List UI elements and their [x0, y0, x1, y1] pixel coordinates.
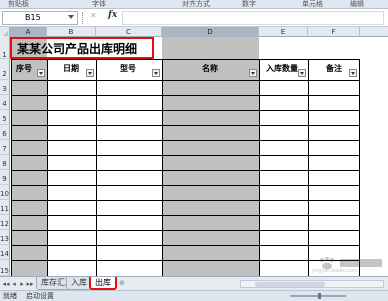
header-model[interactable]: 型号 — [120, 63, 136, 74]
tab-nav-prev-icon[interactable]: ◂ — [10, 279, 18, 289]
row-header-8[interactable]: 8 — [0, 155, 10, 170]
scrollbar-thumb[interactable] — [255, 282, 325, 287]
tab-nav-first-icon[interactable]: ◂◂ — [2, 279, 10, 289]
row-header-10[interactable]: 10 — [0, 185, 10, 200]
table-row-line — [11, 140, 360, 141]
filter-dropdown-icon[interactable] — [298, 69, 306, 77]
column-header-row: A B C D E F — [0, 27, 388, 37]
formula-input[interactable] — [122, 11, 384, 25]
table-row-line — [11, 110, 360, 111]
filter-dropdown-icon[interactable] — [37, 69, 45, 77]
zoom-slider-thumb[interactable] — [318, 293, 321, 299]
table-border-ef — [308, 59, 309, 276]
insert-function-icon[interactable]: fx — [108, 10, 117, 20]
row-header-1[interactable]: 1 — [0, 37, 10, 59]
table-row-line — [11, 95, 360, 96]
table-border-de — [259, 59, 260, 276]
table-row-line — [11, 80, 360, 81]
table-row-line — [11, 185, 360, 186]
filter-dropdown-icon[interactable] — [152, 69, 160, 77]
column-header-d[interactable]: D — [162, 27, 259, 37]
row-header-9[interactable]: 9 — [0, 170, 10, 185]
table-row-line — [11, 200, 360, 201]
table-row-line — [11, 155, 360, 156]
formula-bar-separator — [82, 12, 84, 24]
column-header-a[interactable]: A — [10, 27, 47, 37]
tab-outbound[interactable]: 出库 — [89, 277, 117, 290]
column-header-b[interactable]: B — [47, 27, 96, 37]
filter-dropdown-icon[interactable] — [86, 69, 94, 77]
title-cell[interactable]: 某某公司产品出库明细 — [11, 38, 158, 58]
ribbon-group-strip: 剪贴板 字体 对齐方式 数字 单元格 编辑 — [0, 0, 388, 9]
tab-nav-next-icon[interactable]: ▸ — [18, 279, 26, 289]
worksheet-grid[interactable]: 1 2 3 4 5 6 7 8 9 10 11 12 13 14 15 某某公司… — [0, 37, 388, 276]
row-header-2[interactable]: 2 — [0, 59, 10, 80]
table-border-ab — [47, 59, 48, 276]
cancel-icon[interactable]: ✕ — [90, 11, 97, 20]
table-row-line — [11, 170, 360, 171]
filter-dropdown-icon[interactable] — [249, 69, 257, 77]
table-border-right — [359, 59, 360, 276]
row-header-6[interactable]: 6 — [0, 125, 10, 140]
row-header-13[interactable]: 13 — [0, 230, 10, 245]
header-date[interactable]: 日期 — [63, 63, 79, 74]
table-border-top — [11, 59, 360, 60]
ribbon-group-number[interactable]: 数字 — [242, 0, 256, 9]
header-quantity[interactable]: 入库数量 — [266, 63, 298, 74]
row-header-15[interactable]: 15 — [0, 260, 10, 276]
select-all-button[interactable] — [0, 27, 10, 37]
status-bar: 就绪 启动设置 — [0, 290, 388, 301]
ribbon-group-font[interactable]: 字体 — [92, 0, 106, 9]
column-header-c[interactable]: C — [96, 27, 162, 37]
tab-nav-last-icon[interactable]: ▸▸ — [26, 279, 34, 289]
filter-dropdown-icon[interactable] — [349, 69, 357, 77]
name-box[interactable]: B15 — [2, 11, 78, 25]
header-remarks[interactable]: 备注 — [326, 63, 342, 74]
ribbon-group-alignment[interactable]: 对齐方式 — [182, 0, 210, 9]
ribbon-group-clipboard[interactable]: 剪贴板 — [8, 0, 29, 9]
horizontal-scrollbar[interactable] — [240, 280, 384, 288]
table-border-cd — [162, 59, 163, 276]
row-header-5[interactable]: 5 — [0, 110, 10, 125]
table-row-line — [11, 215, 360, 216]
table-row-line — [11, 245, 360, 246]
row-header-3[interactable]: 3 — [0, 80, 10, 95]
row-header-11[interactable]: 11 — [0, 200, 10, 215]
ribbon-group-cells[interactable]: 单元格 — [302, 0, 323, 9]
column-header-e[interactable]: E — [259, 27, 308, 37]
header-serial[interactable]: 序号 — [16, 63, 32, 74]
ribbon-group-editing[interactable]: 编辑 — [350, 0, 364, 9]
select-all-triangle-icon — [3, 31, 8, 36]
row-header-14[interactable]: 14 — [0, 245, 10, 260]
table-row-line — [11, 125, 360, 126]
row-header-4[interactable]: 4 — [0, 95, 10, 110]
header-name[interactable]: 名称 — [202, 63, 218, 74]
sheet-title: 某某公司产品出库明细 — [17, 41, 138, 56]
row-header-7[interactable]: 7 — [0, 140, 10, 155]
name-box-dropdown-icon[interactable] — [68, 15, 74, 19]
status-macro-setting[interactable]: 启动设置 — [26, 291, 54, 301]
row-header-12[interactable]: 12 — [0, 215, 10, 230]
table-border-bc — [96, 59, 97, 276]
status-ready: 就绪 — [3, 292, 17, 300]
formula-bar: B15 ✕ fx — [0, 9, 388, 27]
table-row-line — [11, 230, 360, 231]
add-sheet-icon[interactable]: ⊕ — [117, 279, 127, 288]
table-border-left — [11, 59, 12, 276]
sheet-tab-bar: ◂◂ ◂ ▸ ▸▸ 库存汇总 入库 出库 ⊕ — [0, 276, 388, 290]
column-header-f[interactable]: F — [308, 27, 360, 37]
table-row-line — [11, 260, 360, 261]
